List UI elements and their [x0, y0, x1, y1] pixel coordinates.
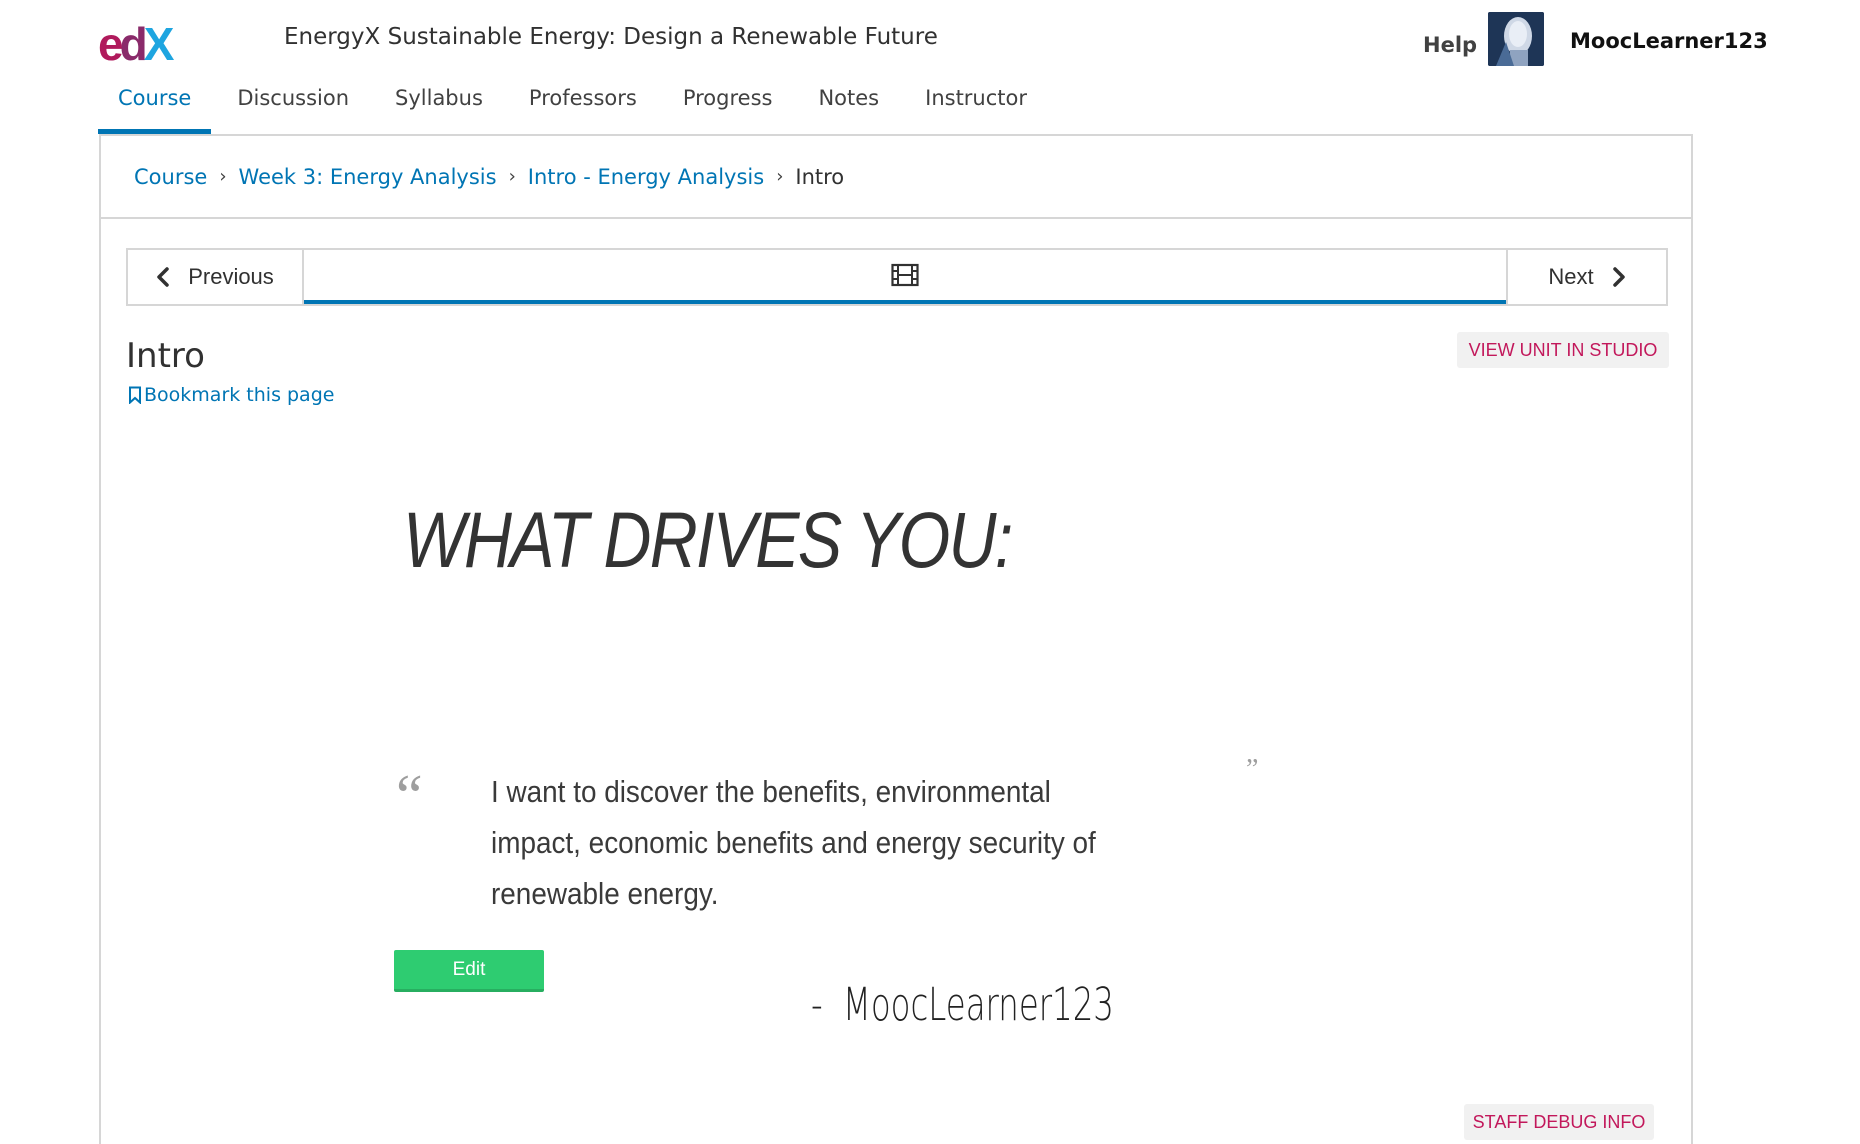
- unit-title: Intro: [126, 336, 205, 376]
- quote-author: - MoocLearner123: [811, 978, 1114, 1031]
- previous-button[interactable]: Previous: [128, 250, 304, 304]
- tab-syllabus[interactable]: Syllabus: [375, 80, 503, 134]
- course-tabs: Course Discussion Syllabus Professors Pr…: [98, 80, 1053, 134]
- chevron-right-icon: ›: [776, 166, 784, 187]
- chevron-right-icon: ›: [508, 166, 516, 187]
- tab-instructor[interactable]: Instructor: [905, 80, 1047, 134]
- username[interactable]: MoocLearner123: [1570, 29, 1768, 53]
- chevron-left-icon: [157, 267, 169, 287]
- course-content: Course › Week 3: Energy Analysis › Intro…: [99, 134, 1693, 1144]
- chevron-right-icon: [1612, 267, 1625, 287]
- help-link[interactable]: Help: [1423, 33, 1477, 57]
- breadcrumb: Course › Week 3: Energy Analysis › Intro…: [101, 136, 1691, 219]
- edx-logo[interactable]: edX: [98, 22, 180, 68]
- next-label: Next: [1548, 264, 1594, 289]
- chevron-right-icon: ›: [219, 166, 227, 187]
- svg-text:edX: edX: [98, 22, 175, 68]
- tab-notes[interactable]: Notes: [798, 80, 899, 134]
- next-button[interactable]: Next: [1506, 250, 1666, 304]
- sequence-navigation: Previous Next: [126, 248, 1668, 306]
- breadcrumb-week[interactable]: Week 3: Energy Analysis: [239, 165, 497, 189]
- sequence-unit-tab[interactable]: [304, 250, 1506, 304]
- view-in-studio-button[interactable]: VIEW UNIT IN STUDIO: [1457, 332, 1669, 368]
- staff-debug-button[interactable]: STAFF DEBUG INFO: [1464, 1104, 1654, 1140]
- breadcrumb-section[interactable]: Intro - Energy Analysis: [528, 165, 764, 189]
- tab-course[interactable]: Course: [98, 80, 212, 134]
- course-title: EnergyX Sustainable Energy: Design a Ren…: [284, 24, 938, 50]
- open-quote-icon: “: [396, 763, 423, 829]
- quote-text: I want to discover the benefits, environ…: [491, 774, 1096, 911]
- close-quote-icon: ”: [1246, 754, 1259, 785]
- breadcrumb-course[interactable]: Course: [134, 165, 207, 189]
- bookmark-label: Bookmark this page: [144, 384, 335, 406]
- tab-progress[interactable]: Progress: [663, 80, 793, 134]
- video-icon: [891, 263, 919, 287]
- user-avatar[interactable]: [1488, 12, 1544, 66]
- edit-button[interactable]: Edit: [394, 950, 544, 992]
- previous-label: Previous: [188, 264, 274, 289]
- tab-professors[interactable]: Professors: [509, 80, 657, 134]
- bookmark-button[interactable]: Bookmark this page: [128, 384, 334, 406]
- author-name: MoocLearner123: [842, 978, 1114, 1031]
- tab-discussion[interactable]: Discussion: [217, 80, 369, 134]
- content-heading: WHAT DRIVES YOU:: [403, 495, 1013, 584]
- breadcrumb-current: Intro: [795, 164, 845, 189]
- author-dash: -: [811, 978, 823, 1031]
- bookmark-icon: [129, 386, 141, 404]
